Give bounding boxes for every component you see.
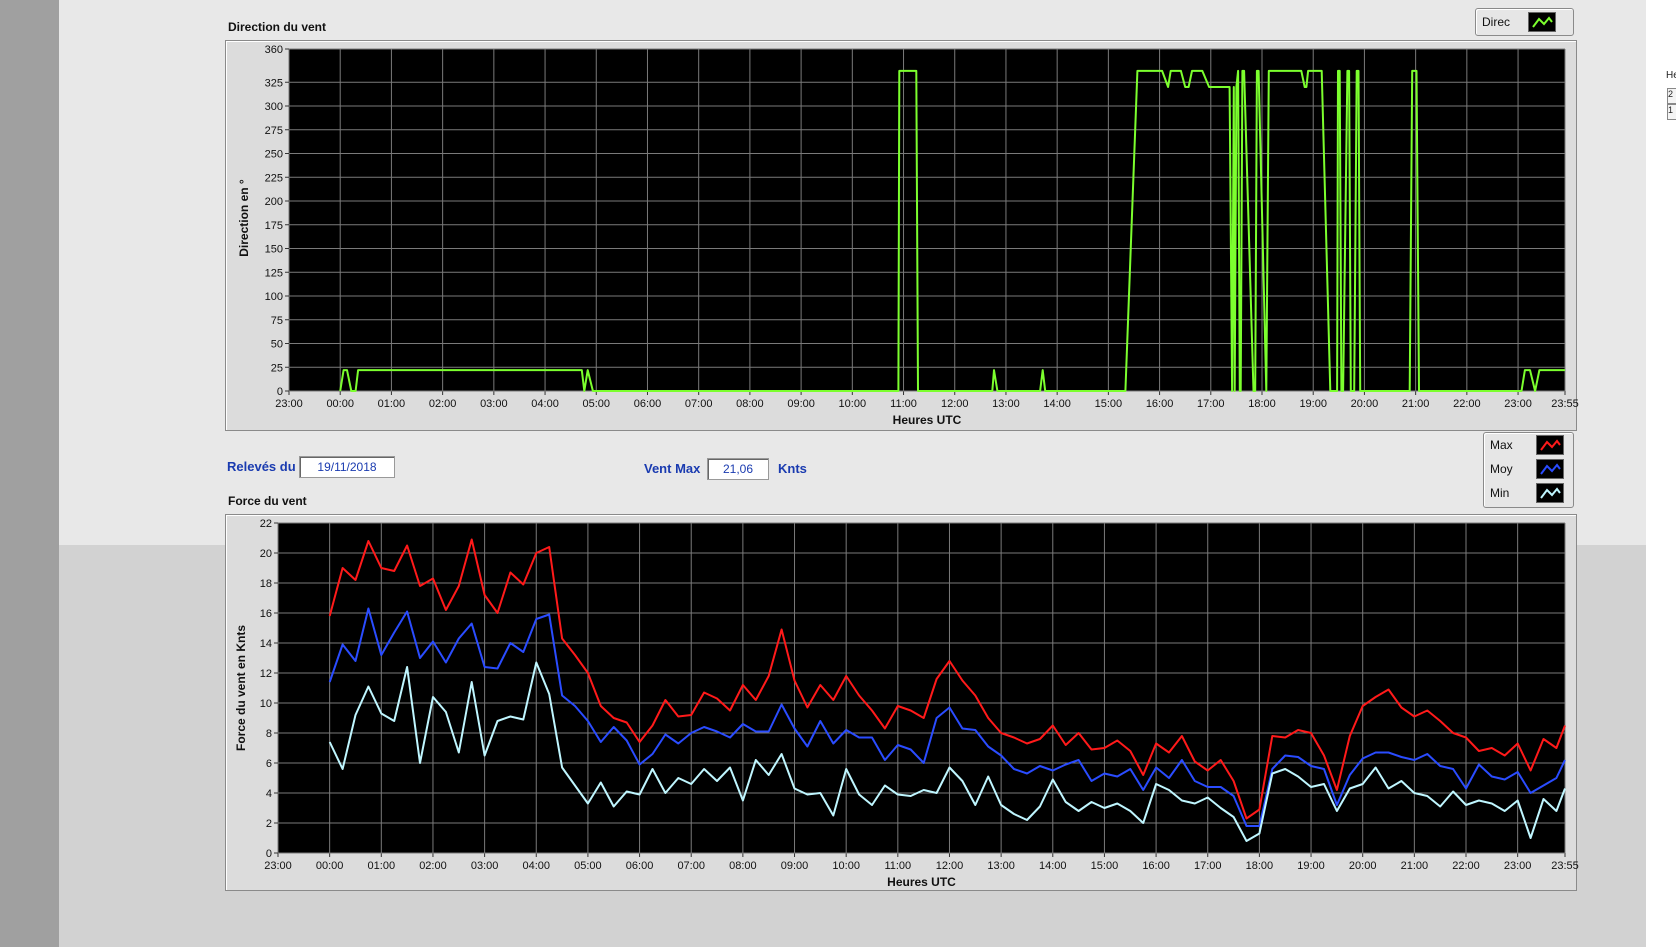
legend-swatch-min [1536,483,1564,503]
force-legend[interactable]: Max Moy Min [1483,432,1574,508]
right-side-panel [1646,0,1676,947]
vent-max-field[interactable]: 21,06 [707,458,769,480]
direction-graph-frame [225,40,1577,431]
legend-item-moy[interactable]: Moy [1490,459,1564,479]
releves-label: Relevés du [227,459,296,474]
legend-item-direc[interactable]: Direc [1482,12,1556,32]
legend-item-min[interactable]: Min [1490,483,1564,503]
releves-date-field[interactable]: 19/11/2018 [299,456,395,478]
right-panel-label: He [1666,70,1676,81]
legend-label-moy: Moy [1490,462,1513,476]
force-graph-frame [225,514,1577,891]
legend-label-max: Max [1490,438,1513,452]
force-chart-title: Force du vent [228,494,307,508]
legend-item-max[interactable]: Max [1490,435,1564,455]
legend-label-direc: Direc [1482,15,1511,29]
direction-chart-title: Direction du vent [228,20,327,34]
legend-swatch-direc [1528,12,1556,32]
right-panel-field-2[interactable]: 1 [1667,104,1676,120]
legend-label-min: Min [1490,486,1510,500]
direction-legend[interactable]: Direc [1475,8,1574,36]
vent-max-unit: Knts [778,461,807,476]
right-panel-field-1[interactable]: 2 [1667,88,1676,104]
legend-swatch-moy [1536,459,1564,479]
legend-swatch-max [1536,435,1564,455]
vent-max-label: Vent Max [644,461,701,476]
